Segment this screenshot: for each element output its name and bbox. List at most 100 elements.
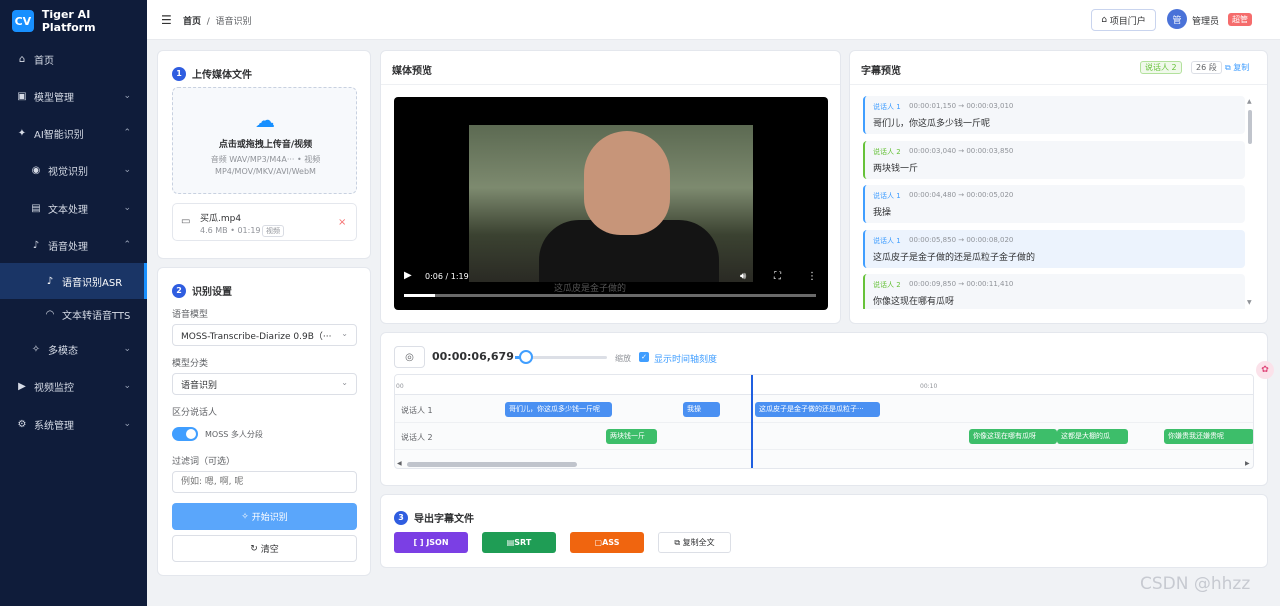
copy-all-button[interactable]: ⧉ 复制全文 xyxy=(658,532,731,553)
logo-mark: CV xyxy=(12,10,34,32)
copy-label: 复制 xyxy=(1233,63,1250,72)
sidebar-item-system[interactable]: ⚙ 系统管理 ⌄ xyxy=(0,406,147,442)
fullscreen-icon[interactable]: ⛶ xyxy=(774,271,781,282)
sidebar-item-home[interactable]: ⌂ 首页 xyxy=(0,41,147,77)
export-ass-button[interactable]: ▢ ASS xyxy=(570,532,644,553)
copy-icon: ⧉ xyxy=(674,537,683,547)
scroll-down-icon[interactable]: ▼ xyxy=(1247,299,1252,306)
subtitle-speaker: 说话人 1 xyxy=(873,103,901,111)
upload-dropzone[interactable]: ☁ 点击或拖拽上传音/视频 音频 WAV/MP3/M4A··· • 视频 MP4… xyxy=(172,87,357,194)
play-icon[interactable]: ▶ xyxy=(404,270,412,281)
timeline-segment[interactable]: 你嫌贵我还嫌贵呢 xyxy=(1164,429,1253,444)
timeline-ruler: 00 00:10 xyxy=(395,375,1253,395)
scroll-up-icon[interactable]: ▲ xyxy=(1247,98,1252,105)
scroll-right-icon[interactable]: ▶ xyxy=(1245,460,1250,467)
subtitle-scrollbar[interactable]: ▲ ▼ xyxy=(1247,98,1253,308)
show-ticks-label[interactable]: 显示时间轴刻度 xyxy=(654,352,717,365)
project-portal-label: 项目门户 xyxy=(1109,16,1146,27)
breadcrumb-separator: / xyxy=(206,17,210,27)
subtitle-time: 00:00:04,480 → 00:00:05,020 xyxy=(909,191,1014,199)
dropzone-title: 点击或拖拽上传音/视频 xyxy=(218,140,313,150)
sidebar-item-asr[interactable]: ♪ 语音识别ASR xyxy=(0,263,147,299)
subtitle-item[interactable]: 说话人 1 00:00:05,850 → 00:00:08,020 这瓜皮子是金… xyxy=(863,230,1245,268)
timeline-segment[interactable]: 哥们儿，你这瓜多少钱一斤呢 xyxy=(505,402,612,417)
sidebar-item-speech[interactable]: ♪ 语音处理 ⌃ xyxy=(0,227,147,263)
timeline-segment[interactable]: 这都是大棚的瓜 xyxy=(1057,429,1128,444)
category-select[interactable]: 语音识别 ⌄ xyxy=(172,373,357,395)
ass-label: ASS xyxy=(602,538,620,547)
subtitle-speaker: 说话人 1 xyxy=(873,237,901,245)
volume-icon[interactable]: 🔊︎ xyxy=(740,271,746,282)
filter-words-input[interactable] xyxy=(172,471,357,493)
more-icon[interactable]: ⋮ xyxy=(807,271,817,282)
logo[interactable]: CV Tiger AI Platform xyxy=(12,8,147,34)
sidebar-item-tts[interactable]: ◠ 文本转语音TTS xyxy=(0,296,147,332)
scrollbar-thumb[interactable] xyxy=(407,462,577,467)
subtitle-item[interactable]: 说话人 2 00:00:03,040 → 00:00:03,850 两块钱一斤 xyxy=(863,141,1245,179)
sidebar-item-video-monitor[interactable]: ▶ 视频监控 ⌄ xyxy=(0,368,147,404)
video-frame xyxy=(469,125,753,282)
scroll-left-icon[interactable]: ◀ xyxy=(397,460,402,467)
timeline-locate-button[interactable]: ◎ xyxy=(394,346,425,368)
copy-button[interactable]: ⧉ 复制 xyxy=(1225,62,1249,73)
export-json-button[interactable]: [ ] JSON xyxy=(394,532,468,553)
avatar[interactable]: 管 xyxy=(1167,9,1187,29)
sidebar-item-text[interactable]: ▤ 文本处理 ⌄ xyxy=(0,190,147,226)
video-progress-fill xyxy=(404,294,436,297)
segment-count: 26 段 xyxy=(1191,61,1222,74)
show-ticks-checkbox[interactable]: ✓ xyxy=(639,352,649,362)
diarize-toggle[interactable] xyxy=(172,427,198,441)
clear-button-label: 清空 xyxy=(260,545,279,555)
subtitle-preview-card: 字幕预览 说话人 2 26 段 ⧉ 复制 说话人 1 00:00:01,150 … xyxy=(849,50,1268,324)
zoom-slider-handle[interactable] xyxy=(519,350,533,364)
export-srt-button[interactable]: ▤ SRT xyxy=(482,532,556,553)
target-icon: ◎ xyxy=(405,351,414,363)
scrollbar-thumb[interactable] xyxy=(1248,110,1252,144)
clear-button[interactable]: ↻ 清空 xyxy=(172,535,357,562)
video-player[interactable]: 这瓜皮是金子做的 ▶ 0:06 / 1:19 🔊︎ ⛶ ⋮ xyxy=(394,97,828,310)
export-card: 3 导出字幕文件 [ ] JSON ▤ SRT ▢ ASS ⧉ 复制全文 xyxy=(380,494,1268,568)
sidebar-item-label: 多模态 xyxy=(48,345,78,357)
sidebar-item-ai[interactable]: ✦ AI智能识别 ⌃ xyxy=(0,115,147,151)
subtitle-time: 00:00:01,150 → 00:00:03,010 xyxy=(909,102,1014,110)
menu-toggle-icon[interactable]: ☰ xyxy=(161,13,172,27)
project-portal-button[interactable]: ⌂ 项目门户 xyxy=(1091,9,1156,31)
timeline-segment[interactable]: 两块钱一斤 xyxy=(606,429,657,444)
timeline-track-area[interactable]: 00 00:10 说话人 1 哥们儿，你这瓜多少钱一斤呢 我操 这瓜皮子是金子做… xyxy=(394,374,1254,469)
preview-header: 媒体预览 xyxy=(381,51,840,85)
subtitle-item[interactable]: 说话人 1 00:00:04,480 → 00:00:05,020 我操 xyxy=(863,185,1245,223)
remove-file-icon[interactable]: × xyxy=(338,217,346,228)
microphone-icon: ♪ xyxy=(46,275,54,287)
burned-subtitle: 这瓜皮是金子做的 xyxy=(554,284,627,294)
timeline-row-speaker1: 说话人 1 哥们儿，你这瓜多少钱一斤呢 我操 这瓜皮子是金子做的还是瓜粒子··· xyxy=(395,396,1253,423)
subtitle-text: 这瓜皮子是金子做的还是瓜粒子金子做的 xyxy=(873,253,1036,263)
start-recognition-button[interactable]: ✧ 开始识别 xyxy=(172,503,357,530)
sidebar-item-vision[interactable]: ◉ 视觉识别 ⌄ xyxy=(0,152,147,188)
sidebar-item-label: 视频监控 xyxy=(34,382,74,394)
settings-title: 2 识别设置 xyxy=(172,283,232,298)
row-label: 说话人 2 xyxy=(401,433,433,442)
subtitle-item[interactable]: 说话人 2 00:00:09,850 → 00:00:11,410 你像这现在哪… xyxy=(863,274,1245,309)
floating-assistant-icon[interactable]: ✿ xyxy=(1256,361,1274,379)
sidebar-item-multimodal[interactable]: ✧ 多模态 ⌄ xyxy=(0,331,147,367)
timeline-playhead[interactable] xyxy=(751,375,753,468)
sidebar-item-models[interactable]: ▣ 模型管理 ⌄ xyxy=(0,78,147,114)
chat-icon: ▢ xyxy=(594,538,603,547)
filter-label: 过滤词（可选） xyxy=(172,457,236,467)
uploaded-file: ▭ 买瓜.mp4 4.6 MB • 01:19 视频 × xyxy=(172,203,357,241)
user-name[interactable]: 管理员 xyxy=(1192,14,1219,27)
timeline-current-time: 00:00:06,679 xyxy=(432,350,514,363)
subtitle-time: 00:00:03,040 → 00:00:03,850 xyxy=(909,147,1014,155)
timeline-segment[interactable]: 这瓜皮子是金子做的还是瓜粒子··· xyxy=(755,402,880,417)
video-progress-bar[interactable] xyxy=(404,294,816,297)
subtitle-item[interactable]: 说话人 1 00:00:01,150 → 00:00:03,010 哥们儿，你这… xyxy=(863,96,1245,134)
row-label: 说话人 1 xyxy=(401,406,433,415)
chevron-down-icon: ⌄ xyxy=(341,378,348,387)
sidebar-item-label: 语音识别ASR xyxy=(62,277,123,289)
subtitle-header: 字幕预览 说话人 2 26 段 ⧉ 复制 xyxy=(850,51,1267,85)
model-select[interactable]: MOSS-Transcribe-Diarize 0.9B（··· ⌄ xyxy=(172,324,357,346)
timeline-scrollbar[interactable]: ◀ ▶ xyxy=(395,460,1253,468)
timeline-segment[interactable]: 我操 xyxy=(683,402,720,417)
breadcrumb-home[interactable]: 首页 xyxy=(183,17,201,27)
timeline-segment[interactable]: 你像这现在哪有瓜呀 xyxy=(969,429,1057,444)
